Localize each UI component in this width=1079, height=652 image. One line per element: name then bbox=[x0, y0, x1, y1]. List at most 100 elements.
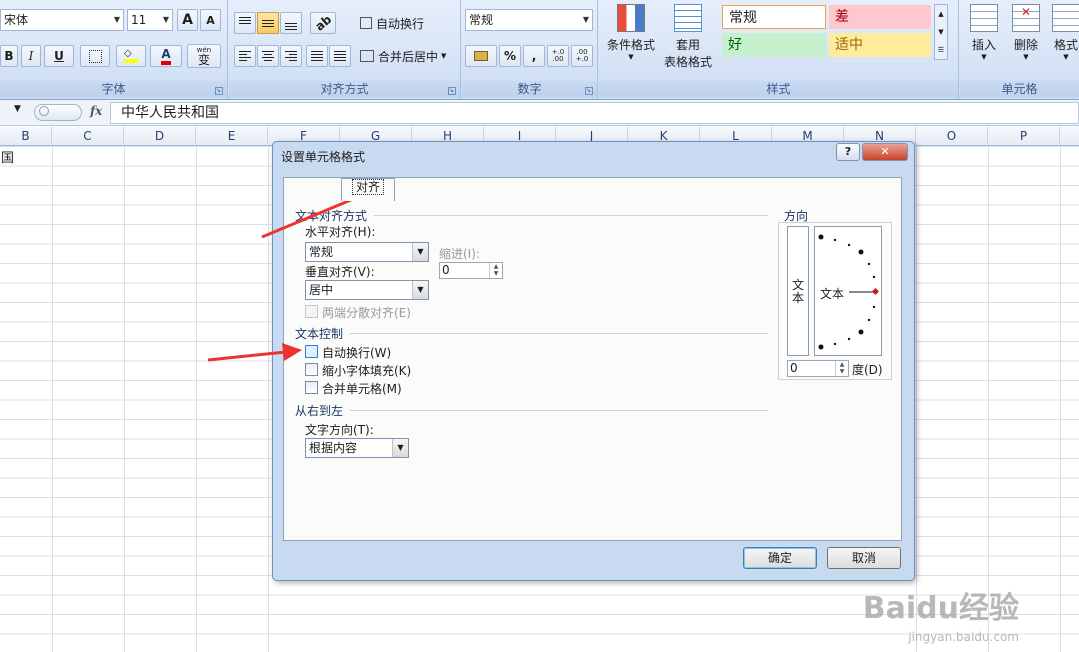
cells-group-label: 单元格 bbox=[960, 81, 1079, 97]
italic-icon: I bbox=[28, 49, 34, 63]
distributed-checkbox[interactable] bbox=[305, 305, 318, 318]
font-dialog-launcher-icon[interactable]: ↘ bbox=[215, 87, 223, 95]
conditional-format-button[interactable]: 条件格式 ▼ bbox=[603, 4, 659, 61]
orientation-icon: ab bbox=[312, 12, 334, 34]
style-bad[interactable]: 差 bbox=[829, 5, 931, 29]
grow-font-button[interactable]: A bbox=[177, 9, 198, 31]
style-good-label: 好 bbox=[728, 37, 742, 53]
styles-group: 条件格式 ▼ 套用 表格格式 常规 差 好 适中 ▲ ▼ ☰ 样式 bbox=[599, 0, 959, 99]
italic-button[interactable]: I bbox=[21, 45, 41, 67]
formula-input[interactable]: 中华人民共和国 bbox=[110, 102, 1079, 124]
delete-button[interactable]: ✕ 删除 ▼ bbox=[1006, 4, 1046, 61]
close-button[interactable]: ✕ bbox=[862, 143, 908, 161]
wrap-text-button[interactable]: 自动换行 bbox=[359, 12, 433, 34]
column-label: C bbox=[83, 129, 92, 143]
phonetic-button[interactable]: wén 变 bbox=[187, 44, 221, 68]
font-name-combo[interactable]: 宋体 ▼ bbox=[0, 9, 124, 31]
borders-button[interactable] bbox=[80, 45, 110, 67]
help-button[interactable]: ? bbox=[836, 143, 860, 161]
decrease-decimal-icon: .00 +.0 bbox=[575, 48, 589, 63]
vertical-text-button[interactable]: 文本 bbox=[787, 226, 809, 356]
decrease-decimal-button[interactable]: .00 +.0 bbox=[571, 45, 593, 67]
degrees-spinner[interactable]: 0 ▲ ▼ bbox=[787, 360, 849, 377]
font-color-button[interactable]: A bbox=[150, 45, 182, 67]
align-center-button[interactable] bbox=[257, 45, 279, 67]
font-group-label: 字体 bbox=[0, 81, 227, 97]
fill-color-button[interactable]: ◇ bbox=[116, 45, 146, 67]
name-box-dropdown[interactable]: ▼ bbox=[14, 104, 21, 114]
shrink-fit-checkbox[interactable] bbox=[305, 363, 318, 376]
scroll-up-icon[interactable]: ▲ bbox=[935, 5, 947, 23]
format-button[interactable]: 格式 ▼ bbox=[1048, 4, 1079, 61]
formula-bar-splitter[interactable] bbox=[34, 104, 82, 121]
increase-indent-button[interactable] bbox=[329, 45, 351, 67]
wrap-text-checkbox[interactable] bbox=[305, 345, 318, 358]
merge-center-button[interactable]: 合并后居中 ▼ bbox=[359, 45, 455, 67]
align-left-button[interactable] bbox=[234, 45, 256, 67]
column-header-b[interactable]: B bbox=[0, 127, 52, 146]
style-normal[interactable]: 常规 bbox=[722, 5, 826, 29]
increase-decimal-button[interactable]: +.0 .00 bbox=[547, 45, 569, 67]
underline-icon: U bbox=[54, 49, 64, 63]
alignment-group: ab 自动换行 合并后居中 ▼ 对齐方式 ↘ bbox=[229, 0, 461, 99]
cell-b1-value: 国 bbox=[1, 151, 15, 166]
tab-alignment[interactable]: 对齐 bbox=[341, 178, 395, 201]
insert-function-button[interactable]: fx bbox=[90, 104, 102, 118]
horizontal-align-select[interactable]: 常规 ▼ bbox=[305, 242, 429, 262]
align-middle-button[interactable] bbox=[257, 12, 279, 34]
column-header-o[interactable]: O bbox=[916, 127, 988, 146]
align-bottom-button[interactable] bbox=[280, 12, 302, 34]
style-good[interactable]: 好 bbox=[722, 33, 826, 57]
delete-cells-icon: ✕ bbox=[1012, 4, 1040, 32]
scroll-down-icon[interactable]: ▼ bbox=[935, 23, 947, 41]
conditional-format-label: 条件格式 bbox=[606, 38, 655, 52]
formula-bar: ▼ fx 中华人民共和国 bbox=[0, 100, 1079, 126]
font-color-icon: A bbox=[161, 47, 171, 65]
vertical-align-select[interactable]: 居中 ▼ bbox=[305, 280, 429, 300]
comma-button[interactable]: , bbox=[523, 45, 545, 67]
text-direction-select[interactable]: 根据内容 ▼ bbox=[305, 438, 409, 458]
currency-button[interactable] bbox=[465, 45, 497, 67]
more-styles-icon[interactable]: ☰ bbox=[935, 41, 947, 59]
percent-icon: % bbox=[503, 49, 517, 63]
number-format-value: 常规 bbox=[469, 13, 494, 27]
percent-button[interactable]: % bbox=[499, 45, 521, 67]
spinner-arrows-icon[interactable]: ▲ ▼ bbox=[489, 263, 502, 278]
chevron-down-icon[interactable]: ▼ bbox=[412, 243, 428, 261]
orientation-button[interactable]: ab bbox=[310, 12, 336, 34]
bold-button[interactable]: B bbox=[0, 45, 18, 67]
styles-scroll[interactable]: ▲ ▼ ☰ bbox=[934, 4, 948, 60]
cell-b1[interactable]: 国 bbox=[1, 147, 14, 166]
column-header-c[interactable]: C bbox=[52, 127, 124, 146]
style-neutral[interactable]: 适中 bbox=[829, 33, 931, 57]
ok-label: 确定 bbox=[767, 551, 792, 565]
grow-font-icon: A bbox=[182, 12, 193, 28]
align-right-button[interactable] bbox=[280, 45, 302, 67]
decrease-indent-button[interactable] bbox=[306, 45, 328, 67]
column-header-e[interactable]: E bbox=[196, 127, 268, 146]
alignment-dialog-launcher-icon[interactable]: ↘ bbox=[448, 87, 456, 95]
chevron-down-icon[interactable]: ▼ bbox=[392, 439, 408, 457]
number-dialog-launcher-icon[interactable]: ↘ bbox=[585, 87, 593, 95]
align-left-icon bbox=[239, 51, 251, 61]
number-format-combo[interactable]: 常规 ▼ bbox=[465, 9, 593, 31]
orientation-dial[interactable]: 文本 bbox=[814, 226, 882, 356]
merge-cells-checkbox[interactable] bbox=[305, 381, 318, 394]
insert-button[interactable]: 插入 ▼ bbox=[964, 4, 1004, 61]
font-size-combo[interactable]: 11 ▼ bbox=[127, 9, 173, 31]
shrink-font-button[interactable]: A bbox=[200, 9, 221, 31]
column-label: B bbox=[21, 129, 30, 143]
ok-button[interactable]: 确定 bbox=[743, 547, 817, 569]
column-header-d[interactable]: D bbox=[124, 127, 196, 146]
font-size-value: 11 bbox=[131, 13, 147, 27]
column-header-p[interactable]: P bbox=[988, 127, 1060, 146]
format-as-table-button[interactable]: 套用 表格格式 bbox=[657, 4, 719, 70]
indent-spinner[interactable]: 0 ▲ ▼ bbox=[439, 262, 503, 279]
cancel-button[interactable]: 取消 bbox=[827, 547, 901, 569]
chevron-down-icon[interactable]: ▼ bbox=[412, 281, 428, 299]
underline-button[interactable]: U bbox=[44, 45, 74, 67]
spinner-arrows-icon[interactable]: ▲ ▼ bbox=[835, 361, 848, 376]
align-center-icon bbox=[262, 51, 274, 61]
align-bottom-icon bbox=[285, 22, 297, 30]
align-top-button[interactable] bbox=[234, 12, 256, 34]
